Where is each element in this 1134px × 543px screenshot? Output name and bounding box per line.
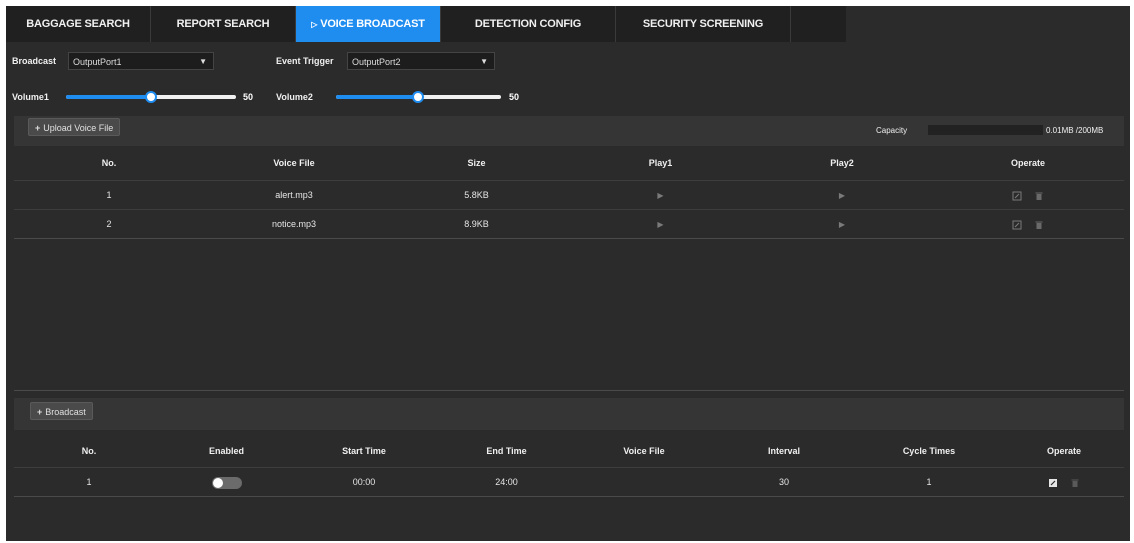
- play-icon[interactable]: ▶: [657, 220, 663, 229]
- row-start-time: 00:00: [352, 477, 376, 487]
- broadcast-toolbar: [14, 398, 1124, 430]
- event-trigger-select[interactable]: OutputPort2 ▼: [347, 52, 495, 70]
- tab-bar: BAGGAGE SEARCH REPORT SEARCH ▷ VOICE BROA…: [6, 6, 846, 42]
- row-size: 8.9KB: [464, 219, 489, 229]
- column-header-cycle-times: Cycle Times: [902, 446, 956, 456]
- row-voice-file: [574, 468, 714, 496]
- enabled-toggle[interactable]: [211, 476, 242, 489]
- volume2-value: 50: [509, 92, 520, 102]
- tab-security-screening[interactable]: SECURITY SCREENING: [616, 6, 791, 42]
- broadcast-label: Broadcast: [12, 56, 57, 66]
- row-voice-file: alert.mp3: [275, 190, 313, 200]
- play2-cell: ▶: [752, 181, 932, 209]
- broadcast-select[interactable]: OutputPort1 ▼: [68, 52, 214, 70]
- tab-label: VOICE BROADCAST: [320, 18, 425, 30]
- play-icon[interactable]: ▶: [839, 191, 845, 200]
- operate-cell: [1004, 468, 1124, 496]
- enabled-cell: [164, 468, 289, 496]
- voice-file-table-header: No. Voice File Size Play1 Play2 Operate: [14, 148, 1124, 178]
- table-row: 1 00:00 24:00 30 1: [14, 467, 1124, 497]
- play1-cell: ▶: [569, 210, 752, 238]
- plus-icon: +: [35, 123, 41, 133]
- play1-cell: ▶: [569, 181, 752, 209]
- broadcast-select-value: OutputPort1: [73, 57, 122, 67]
- tab-label: BAGGAGE SEARCH: [26, 18, 130, 30]
- play-icon: ▷: [311, 20, 318, 29]
- play2-cell: ▶: [752, 210, 932, 238]
- table-row: 1 alert.mp3 5.8KB ▶ ▶: [14, 180, 1124, 209]
- column-header-voice-file: Voice File: [623, 446, 665, 456]
- tab-detection-config[interactable]: DETECTION CONFIG: [441, 6, 616, 42]
- section-divider: [14, 390, 1124, 391]
- row-size: 5.8KB: [464, 190, 489, 200]
- add-broadcast-button[interactable]: + Broadcast: [30, 402, 93, 420]
- slider-handle[interactable]: [412, 91, 424, 103]
- slider-fill: [66, 95, 151, 99]
- upload-voice-file-label: Upload Voice File: [43, 123, 114, 133]
- capacity-bar: [928, 125, 1043, 135]
- capacity-label: Capacity: [876, 126, 908, 135]
- column-header-size: Size: [467, 158, 486, 168]
- column-header-operate: Operate: [1046, 446, 1081, 456]
- tab-baggage-search[interactable]: BAGGAGE SEARCH: [6, 6, 151, 42]
- toggle-knob: [212, 477, 223, 488]
- add-broadcast-label: Broadcast: [45, 407, 86, 417]
- tab-report-search[interactable]: REPORT SEARCH: [151, 6, 296, 42]
- slider-fill: [336, 95, 418, 99]
- edit-icon[interactable]: [1012, 220, 1022, 230]
- chevron-down-icon: ▼: [480, 57, 488, 66]
- row-interval: 30: [778, 477, 789, 487]
- row-no: 1: [106, 190, 112, 200]
- trash-icon[interactable]: [1070, 478, 1080, 488]
- slider-handle[interactable]: [145, 91, 157, 103]
- upload-voice-file-button[interactable]: + Upload Voice File: [28, 118, 121, 136]
- column-header-end-time: End Time: [486, 446, 527, 456]
- capacity-value: 0.01MB /200MB: [1046, 126, 1104, 135]
- tab-voice-broadcast[interactable]: ▷ VOICE BROADCAST: [296, 6, 441, 42]
- column-header-voice-file: Voice File: [273, 158, 315, 168]
- table-row: 2 notice.mp3 8.9KB ▶ ▶: [14, 209, 1124, 239]
- row-end-time: 24:00: [495, 477, 518, 487]
- column-header-enabled: Enabled: [208, 446, 244, 456]
- tab-label: SECURITY SCREENING: [642, 18, 764, 30]
- trash-icon[interactable]: [1034, 220, 1044, 230]
- row-no: 2: [106, 219, 112, 229]
- event-trigger-label: Event Trigger: [276, 56, 334, 66]
- row-voice-file: notice.mp3: [271, 219, 317, 229]
- volume2-slider[interactable]: [336, 91, 501, 103]
- row-cycle-times: 1: [926, 477, 932, 487]
- column-header-interval: Interval: [767, 446, 800, 456]
- edit-icon[interactable]: [1048, 478, 1058, 488]
- plus-icon: +: [37, 407, 43, 417]
- play-icon[interactable]: ▶: [839, 220, 845, 229]
- volume1-label: Volume1: [12, 92, 49, 102]
- play-icon[interactable]: ▶: [657, 191, 663, 200]
- event-trigger-select-value: OutputPort2: [352, 57, 401, 67]
- operate-cell: [932, 181, 1124, 209]
- volume2-label: Volume2: [276, 92, 313, 102]
- broadcast-table-header: No. Enabled Start Time End Time Voice Fi…: [14, 436, 1124, 466]
- column-header-operate: Operate: [1010, 158, 1045, 168]
- column-header-start-time: Start Time: [342, 446, 386, 456]
- operate-cell: [932, 210, 1124, 238]
- chevron-down-icon: ▼: [199, 57, 207, 66]
- column-header-no: No.: [101, 158, 117, 168]
- volume1-slider[interactable]: [66, 91, 236, 103]
- tab-label: DETECTION CONFIG: [474, 18, 582, 30]
- row-no: 1: [86, 477, 92, 487]
- column-header-play1: Play1: [648, 158, 673, 168]
- trash-icon[interactable]: [1034, 191, 1044, 201]
- column-header-play2: Play2: [830, 158, 854, 168]
- app-window: BAGGAGE SEARCH REPORT SEARCH ▷ VOICE BROA…: [6, 6, 1130, 541]
- tab-label: REPORT SEARCH: [176, 18, 270, 30]
- column-header-no: No.: [81, 446, 97, 456]
- edit-icon[interactable]: [1012, 191, 1022, 201]
- volume1-value: 50: [243, 92, 254, 102]
